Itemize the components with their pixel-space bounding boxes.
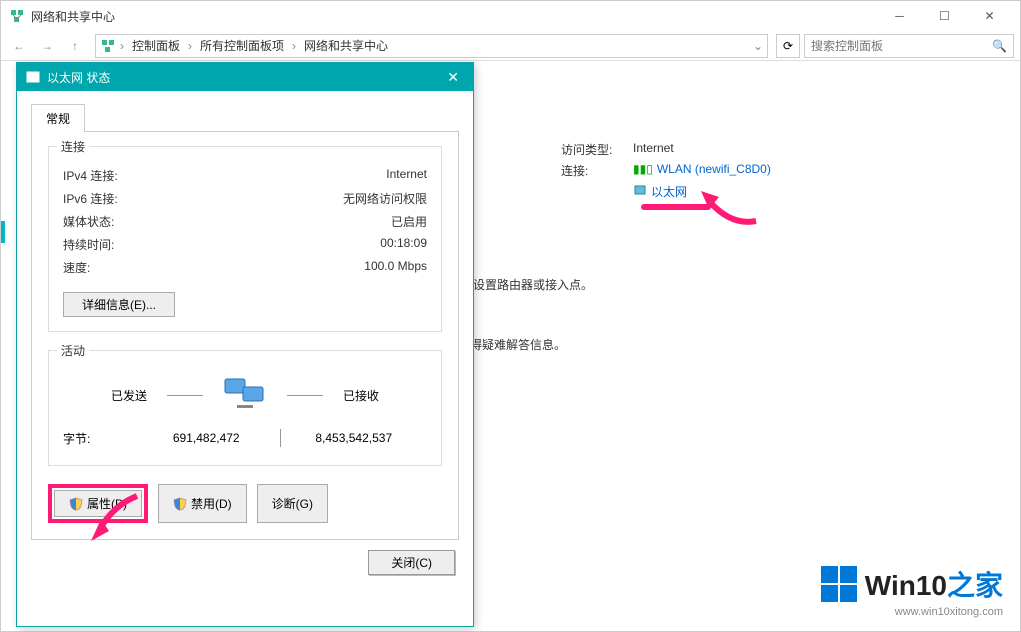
- wlan-link[interactable]: WLAN (newifi_C8D0): [657, 162, 771, 179]
- ipv4-value: Internet: [386, 167, 427, 184]
- search-input[interactable]: [811, 39, 992, 53]
- shield-icon: [69, 497, 83, 511]
- dialog-titlebar: 以太网 状态 ✕: [17, 63, 473, 91]
- crumb-network-center[interactable]: 网络和共享中心: [300, 35, 392, 56]
- up-button[interactable]: ↑: [63, 34, 87, 58]
- hint-text-1: 或设置路由器或接入点。: [461, 276, 593, 293]
- disable-label: 禁用(D): [191, 495, 232, 512]
- crumb-control-panel[interactable]: 控制面板: [128, 35, 184, 56]
- toolbar: ← → ↑ › 控制面板 › 所有控制面板项 › 网络和共享中心 ⌄ ⟳ 🔍: [1, 31, 1020, 61]
- access-type-label: 访问类型:: [561, 141, 633, 158]
- connection-group-title: 连接: [57, 138, 89, 155]
- ipv4-label: IPv4 连接:: [63, 167, 118, 184]
- minimize-button[interactable]: ─: [877, 1, 922, 31]
- diagnose-label: 诊断(G): [272, 495, 313, 512]
- received-label: 已接收: [343, 387, 379, 404]
- windows-logo-icon: [821, 566, 857, 602]
- annotation-arrow: [701, 191, 761, 231]
- window-controls: ─ ☐ ✕: [877, 1, 1012, 31]
- ethernet-status-dialog: 以太网 状态 ✕ 常规 连接 IPv4 连接: Internet IPv6 连接:…: [16, 62, 474, 627]
- tab-panel: 连接 IPv4 连接: Internet IPv6 连接: 无网络访问权限 媒体状态…: [31, 131, 459, 540]
- watermark-logo: Win10之家 www.win10xitong.com: [821, 564, 1003, 618]
- tab-strip: 常规: [31, 103, 459, 131]
- ethernet-link[interactable]: 以太网: [651, 183, 687, 200]
- chevron-down-icon[interactable]: ⌄: [753, 39, 763, 53]
- duration-value: 00:18:09: [380, 236, 427, 253]
- titlebar: 网络和共享中心 ─ ☐ ✕: [1, 1, 1020, 31]
- annotation-arrow: [87, 491, 147, 541]
- maximize-button[interactable]: ☐: [922, 1, 967, 31]
- ipv6-label: IPv6 连接:: [63, 190, 118, 207]
- access-type-value: Internet: [633, 141, 674, 158]
- details-button[interactable]: 详细信息(E)...: [63, 292, 175, 317]
- dialog-close-ok-button[interactable]: 关闭(C): [368, 550, 455, 575]
- window-title: 网络和共享中心: [31, 8, 877, 25]
- bytes-sent-value: 691,482,472: [133, 431, 280, 445]
- connection-group: 连接 IPv4 连接:Internet IPv6 连接:无网络访问权限 媒体状态…: [48, 146, 442, 332]
- hint-text-2: 获得疑难解答信息。: [458, 336, 566, 353]
- chevron-right-icon: ›: [186, 39, 194, 53]
- logo-text: Win10之家: [865, 564, 1003, 604]
- forward-button[interactable]: →: [35, 34, 59, 58]
- search-box[interactable]: 🔍: [804, 34, 1014, 58]
- dialog-title: 以太网 状态: [47, 69, 441, 86]
- duration-label: 持续时间:: [63, 236, 114, 253]
- bytes-label: 字节:: [63, 430, 133, 447]
- sent-label: 已发送: [111, 387, 147, 404]
- activity-group-title: 活动: [57, 342, 89, 359]
- activity-line: [167, 395, 203, 396]
- search-icon[interactable]: 🔍: [992, 39, 1007, 53]
- tab-general[interactable]: 常规: [31, 104, 85, 132]
- close-button[interactable]: ✕: [967, 1, 1012, 31]
- connections-label: 连接:: [561, 162, 633, 179]
- network-icon: [9, 8, 25, 24]
- media-label: 媒体状态:: [63, 213, 114, 230]
- logo-url: www.win10xitong.com: [821, 606, 1003, 618]
- back-button[interactable]: ←: [7, 34, 31, 58]
- disable-button[interactable]: 禁用(D): [158, 484, 247, 523]
- computers-icon: [223, 375, 267, 415]
- activity-line: [287, 395, 323, 396]
- activity-group: 活动 已发送 已接收 字节: 691,482,472 8,: [48, 350, 442, 466]
- ethernet-icon: [25, 69, 41, 85]
- ethernet-icon: [633, 183, 647, 197]
- breadcrumb[interactable]: › 控制面板 › 所有控制面板项 › 网络和共享中心 ⌄: [95, 34, 768, 58]
- selection-indicator: [1, 221, 5, 243]
- spacer: [561, 183, 633, 200]
- ipv6-value: 无网络访问权限: [343, 190, 427, 207]
- bytes-received-value: 8,453,542,537: [281, 431, 428, 445]
- chevron-right-icon: ›: [290, 39, 298, 53]
- speed-label: 速度:: [63, 259, 90, 276]
- shield-icon: [173, 497, 187, 511]
- dialog-close-button[interactable]: ✕: [441, 69, 465, 86]
- crumb-all-items[interactable]: 所有控制面板项: [196, 35, 288, 56]
- chevron-right-icon: ›: [118, 39, 126, 53]
- refresh-button[interactable]: ⟳: [776, 34, 800, 58]
- network-icon: [100, 38, 116, 54]
- speed-value: 100.0 Mbps: [364, 259, 427, 276]
- media-value: 已启用: [391, 213, 427, 230]
- wifi-signal-icon: ▮▮▯: [633, 162, 653, 179]
- diagnose-button[interactable]: 诊断(G): [257, 484, 328, 523]
